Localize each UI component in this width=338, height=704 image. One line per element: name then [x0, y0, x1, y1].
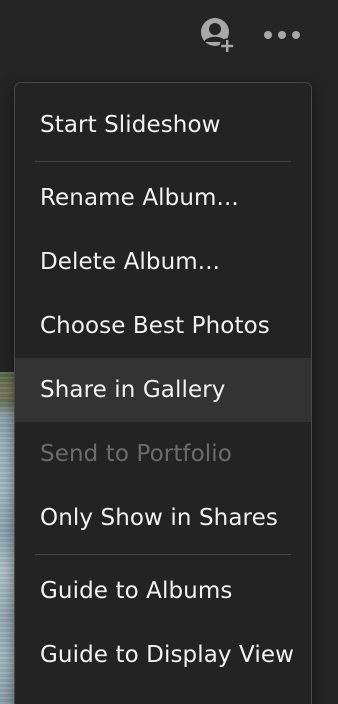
menu-item-only-show-in-shares[interactable]: Only Show in Shares [15, 486, 311, 550]
menu-item-guide-to-display-view[interactable]: Guide to Display View [15, 623, 311, 687]
menu-separator [35, 161, 291, 162]
menu-item-guide-to-albums[interactable]: Guide to Albums [15, 559, 311, 623]
menu-item-send-to-portfolio: Send to Portfolio [40, 441, 232, 467]
top-toolbar [0, 0, 338, 76]
app-window: Start Slideshow Rename Album... Delete Alb… [0, 0, 338, 704]
menu-item-start-slideshow[interactable]: Start Slideshow [15, 93, 311, 157]
ellipsis-icon [264, 31, 300, 39]
menu-item-choose-best-photos[interactable]: Choose Best Photos [15, 294, 311, 358]
album-options-menu: Start Slideshow Rename Album... Delete Alb… [14, 82, 312, 704]
menu-separator [35, 554, 291, 555]
menu-item-rename-album[interactable]: Rename Album... [15, 166, 311, 230]
more-options-button[interactable] [262, 24, 302, 46]
menu-item-share-in-gallery[interactable]: Share in Gallery [15, 358, 311, 422]
menu-item-delete-album[interactable]: Delete Album... [15, 230, 311, 294]
add-person-button[interactable] [198, 16, 238, 56]
user-plus-icon [201, 18, 235, 54]
